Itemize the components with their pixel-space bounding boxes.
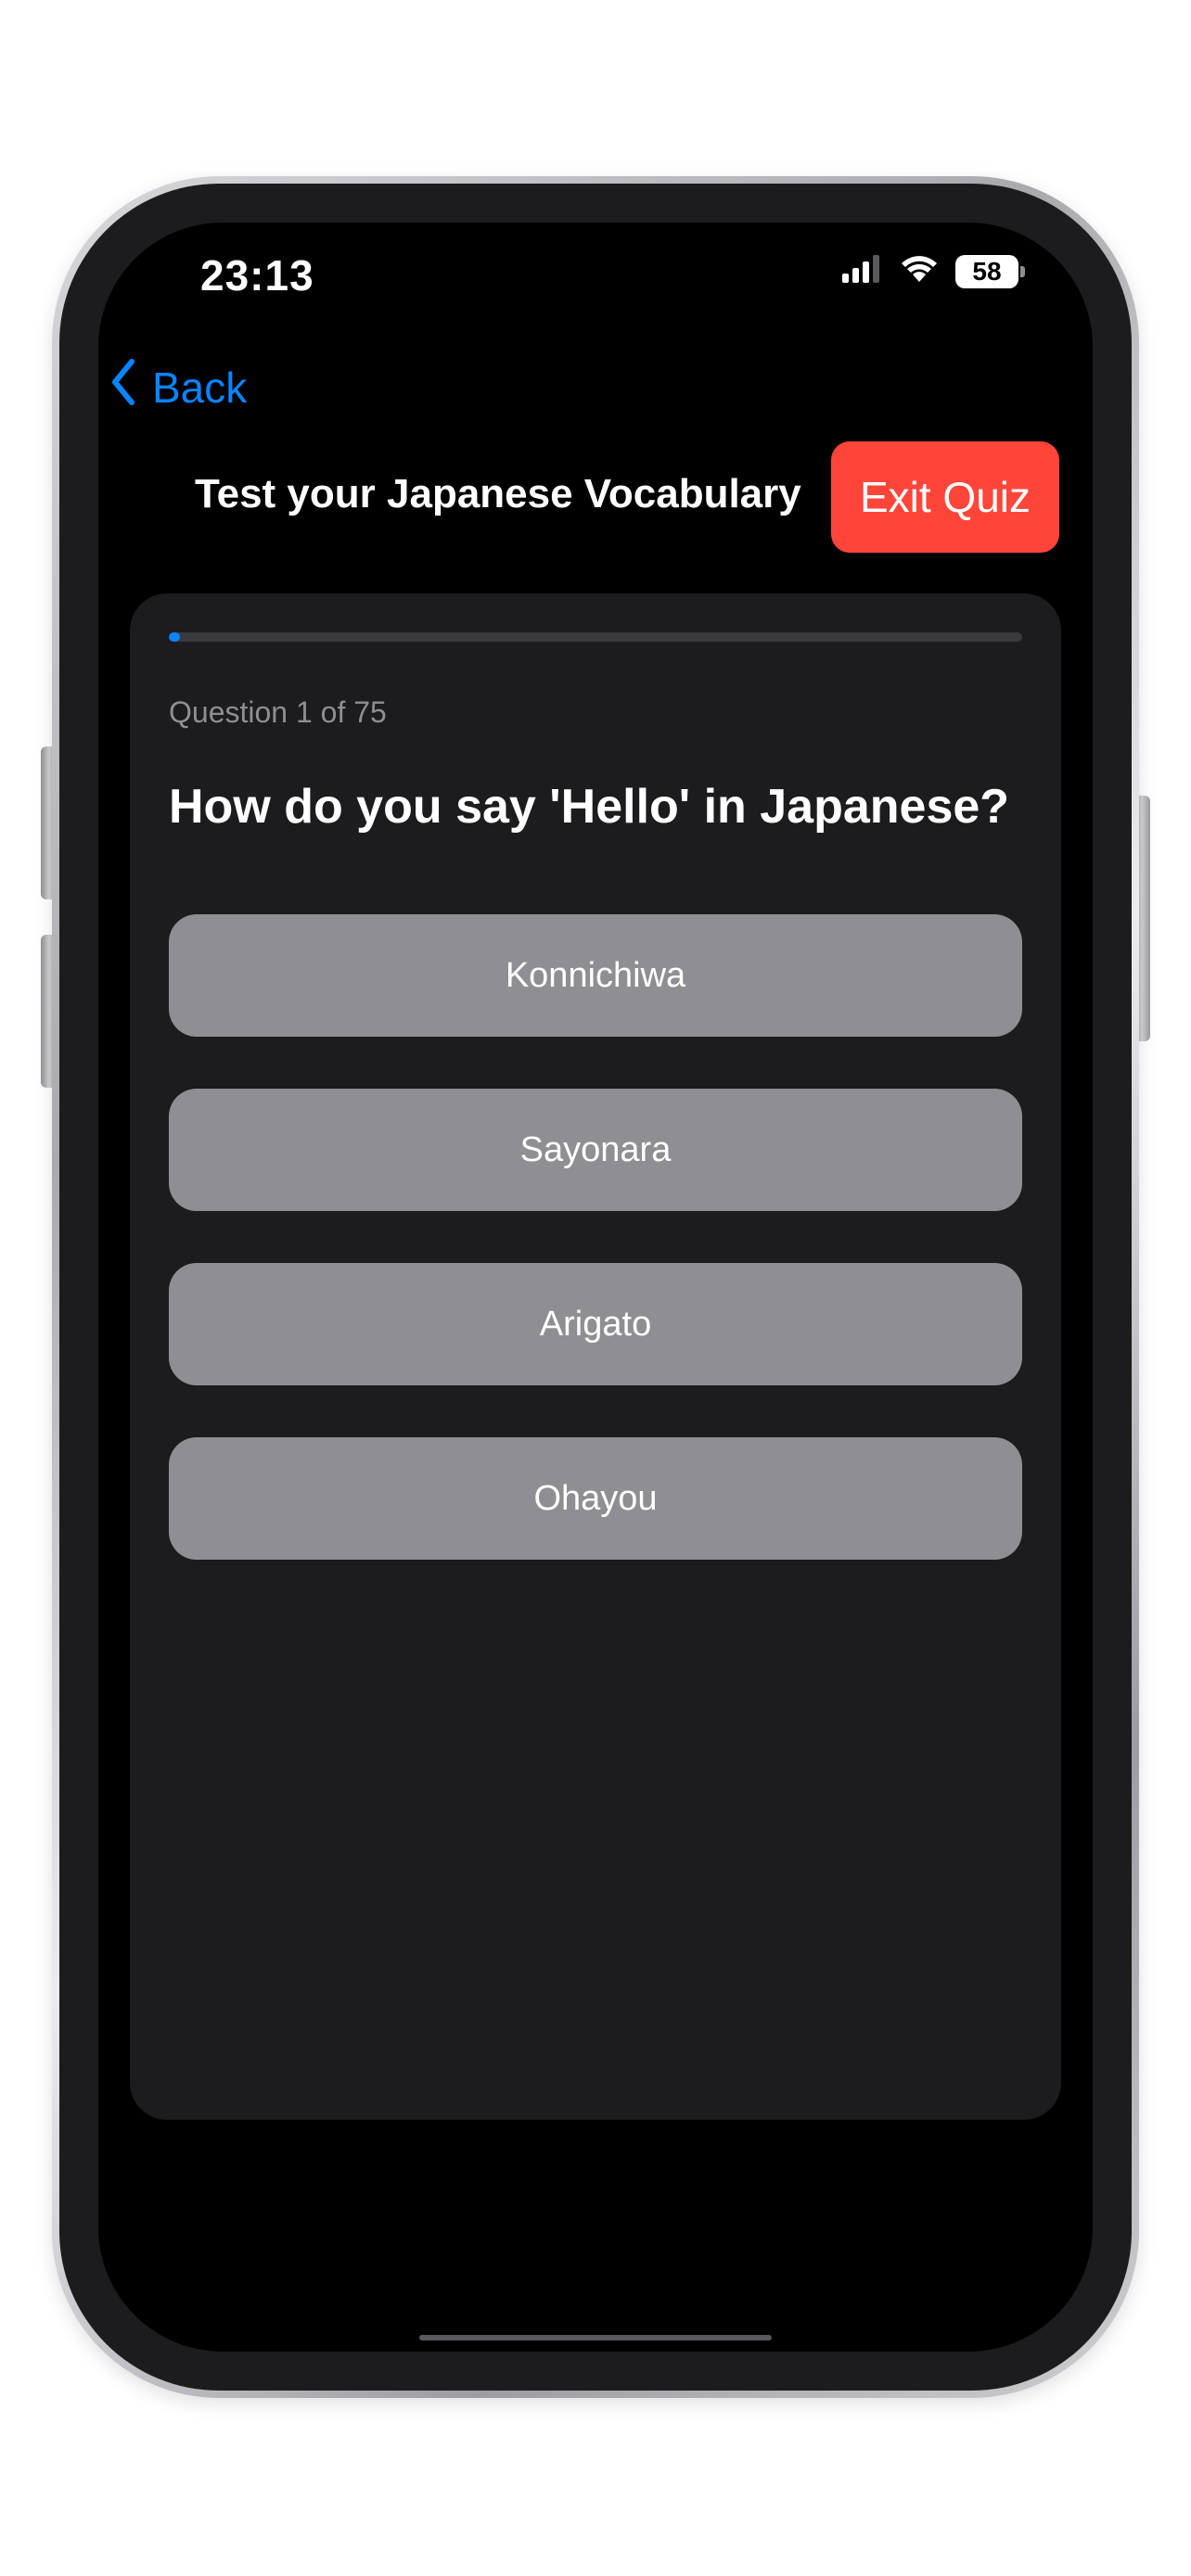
phone-screen: 23:13 58 Back Test your Japanese Vocabul… — [98, 223, 1093, 2352]
cellular-signal-icon — [842, 255, 883, 287]
progress-bar — [169, 632, 1022, 642]
back-button[interactable]: Back — [109, 358, 247, 416]
wifi-icon — [900, 254, 939, 288]
answer-option-button[interactable]: Arigato — [169, 1263, 1022, 1385]
page-title: Test your Japanese Vocabulary — [195, 471, 801, 516]
battery-level: 58 — [972, 256, 1002, 286]
quiz-card: Question 1 of 75 How do you say 'Hello' … — [130, 593, 1061, 2120]
progress-fill — [169, 632, 181, 642]
question-counter: Question 1 of 75 — [169, 695, 387, 729]
header: Test your Japanese Vocabulary Exit Quiz — [98, 441, 1093, 556]
exit-quiz-button[interactable]: Exit Quiz — [831, 441, 1059, 553]
battery-icon: 58 — [955, 254, 1025, 288]
answer-option-button[interactable]: Ohayou — [169, 1437, 1022, 1560]
status-icons: 58 — [842, 254, 1025, 288]
question-text: How do you say 'Hello' in Japanese? — [169, 780, 1010, 834]
status-time: 23:13 — [200, 251, 314, 300]
answer-option-button[interactable]: Sayonara — [169, 1089, 1022, 1211]
answer-option-button[interactable]: Konnichiwa — [169, 914, 1022, 1037]
chevron-left-icon — [109, 358, 152, 416]
answer-options: Konnichiwa Sayonara Arigato Ohayou — [169, 914, 1022, 1612]
back-label: Back — [152, 363, 248, 412]
device-mockup: 23:13 58 Back Test your Japanese Vocabul… — [0, 0, 1191, 2576]
home-indicator — [419, 2335, 772, 2340]
battery-nub — [1020, 265, 1025, 277]
